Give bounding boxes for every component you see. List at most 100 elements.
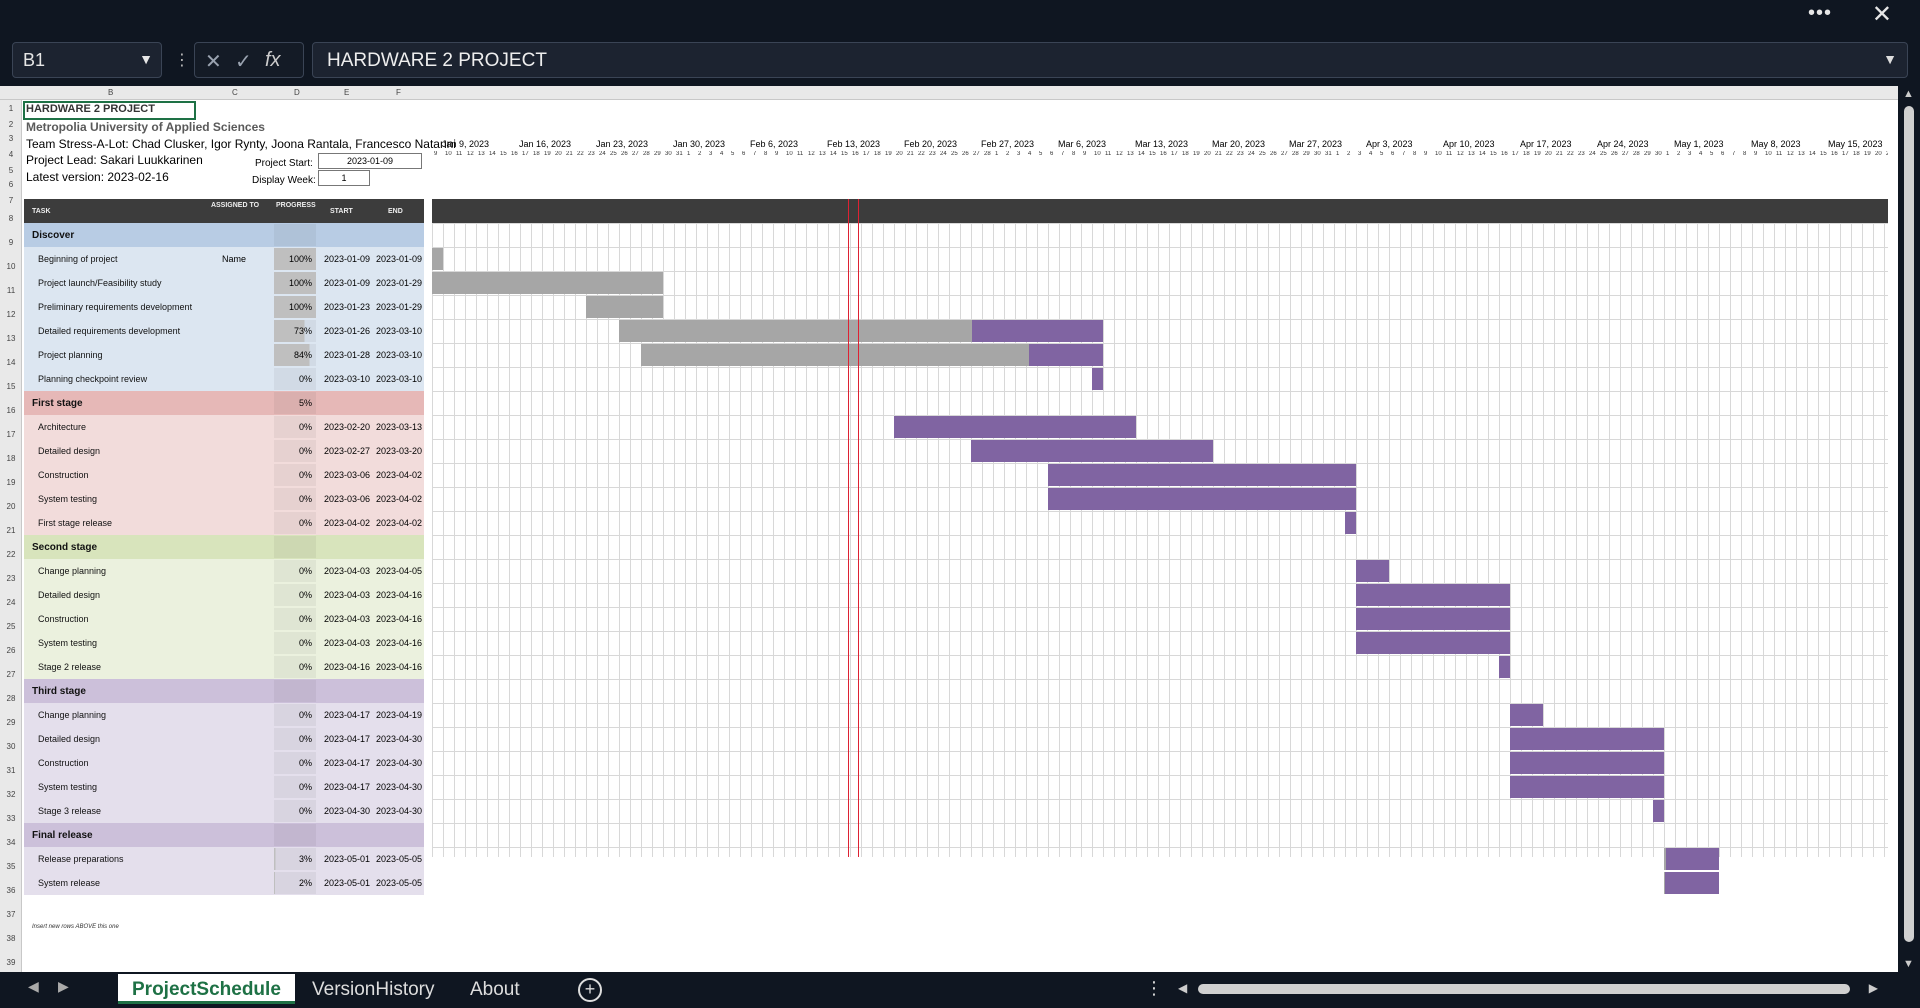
task-row[interactable]: Release preparations 3% 2023-05-01 2023-05-… (24, 847, 424, 871)
phase-row[interactable]: First stage 5% (24, 391, 424, 415)
team-line[interactable]: Team Stress-A-Lot: Chad Clusker, Igor Ry… (26, 137, 456, 151)
task-row[interactable]: Preliminary requirements development 100%… (24, 295, 424, 319)
row-number[interactable]: 39 (0, 958, 22, 967)
task-row[interactable]: Stage 3 release 0% 2023-04-30 2023-04-30 (24, 799, 424, 823)
row-number[interactable]: 9 (0, 238, 22, 247)
university-name[interactable]: Metropolia University of Applied Science… (26, 120, 265, 134)
row-number[interactable]: 12 (0, 310, 22, 319)
row-number[interactable]: 31 (0, 766, 22, 775)
row-number[interactable]: 37 (0, 910, 22, 919)
tab-next-icon[interactable]: ▶ (58, 978, 69, 995)
task-row[interactable]: Detailed design 0% 2023-02-27 2023-03-20 (24, 439, 424, 463)
horizontal-scroll-thumb[interactable] (1198, 984, 1850, 994)
lead-line[interactable]: Project Lead: Sakari Luukkarinen (26, 153, 203, 167)
scroll-down-icon[interactable]: ▼ (1903, 958, 1914, 970)
row-number[interactable]: 18 (0, 454, 22, 463)
row-number[interactable]: 1 (0, 104, 22, 113)
horizontal-scrollbar[interactable]: ◀ ▶ (1178, 981, 1878, 996)
scroll-up-icon[interactable]: ▲ (1903, 88, 1914, 100)
project-start-input[interactable]: 2023-01-09 (318, 153, 422, 169)
row-number[interactable]: 15 (0, 382, 22, 391)
row-number[interactable]: 38 (0, 934, 22, 943)
row-number[interactable]: 4 (0, 150, 22, 159)
col-header-e[interactable]: E (344, 88, 349, 97)
task-row[interactable]: First stage release 0% 2023-04-02 2023-04-0… (24, 511, 424, 535)
row-number[interactable]: 7 (0, 196, 22, 205)
row-number[interactable]: 5 (0, 166, 22, 175)
row-number[interactable]: 14 (0, 358, 22, 367)
formula-bar-menu-icon[interactable]: ⋮ (174, 50, 190, 70)
row-number[interactable]: 20 (0, 502, 22, 511)
vertical-scrollbar[interactable]: ▲ ▼ (1898, 86, 1920, 972)
row-number[interactable]: 26 (0, 646, 22, 655)
row-number[interactable]: 22 (0, 550, 22, 559)
tab-prev-icon[interactable]: ◀ (28, 978, 39, 995)
formula-input[interactable]: HARDWARE 2 PROJECT ▼ (312, 42, 1908, 78)
row-number[interactable]: 16 (0, 406, 22, 415)
chevron-down-icon[interactable]: ▼ (1883, 51, 1897, 67)
row-number[interactable]: 32 (0, 790, 22, 799)
row-number[interactable]: 30 (0, 742, 22, 751)
row-number[interactable]: 33 (0, 814, 22, 823)
spreadsheet-grid[interactable]: B C D E F 1 2 3 4 5 6 7 8 9 10 11 12 13 14 15 16 17 18 19 2… (0, 86, 1900, 972)
phase-row[interactable]: Final release (24, 823, 424, 847)
col-header-b[interactable]: B (108, 88, 113, 97)
col-header-c[interactable]: C (232, 88, 238, 97)
vertical-scroll-thumb[interactable] (1904, 106, 1914, 942)
check-icon[interactable]: ✓ (235, 49, 252, 74)
phase-row[interactable]: Discover (24, 223, 424, 247)
task-row[interactable]: System testing 0% 2023-04-17 2023-04-30 (24, 775, 424, 799)
task-row[interactable]: System testing 0% 2023-04-03 2023-04-16 (24, 631, 424, 655)
row-number[interactable]: 10 (0, 262, 22, 271)
latest-version[interactable]: Latest version: 2023-02-16 (26, 170, 169, 184)
tab-about[interactable]: About (456, 974, 534, 1004)
task-row[interactable]: Detailed requirements development 73% 2023… (24, 319, 424, 343)
row-number[interactable]: 23 (0, 574, 22, 583)
task-row[interactable]: Change planning 0% 2023-04-03 2023-04-05 (24, 559, 424, 583)
phase-row[interactable]: Third stage (24, 679, 424, 703)
task-row[interactable]: Stage 2 release 0% 2023-04-16 2023-04-16 (24, 655, 424, 679)
task-row[interactable]: Project launch/Feasibility study 100% 2023… (24, 271, 424, 295)
task-row[interactable]: Beginning of project Name 100% 2023-01-09 20… (24, 247, 424, 271)
task-row[interactable]: Project planning 84% 2023-01-28 2023-03-10 (24, 343, 424, 367)
task-row[interactable]: System testing 0% 2023-03-06 2023-04-02 (24, 487, 424, 511)
task-row[interactable]: Construction 0% 2023-04-17 2023-04-30 (24, 751, 424, 775)
project-title[interactable]: HARDWARE 2 PROJECT (26, 103, 155, 115)
row-number[interactable]: 28 (0, 694, 22, 703)
more-options-icon[interactable]: ••• (1808, 2, 1832, 25)
row-number[interactable]: 11 (0, 286, 22, 295)
row-number[interactable]: 6 (0, 180, 22, 189)
row-number[interactable]: 36 (0, 886, 22, 895)
row-number[interactable]: 19 (0, 478, 22, 487)
add-sheet-icon[interactable]: + (578, 978, 602, 1002)
row-number[interactable]: 24 (0, 598, 22, 607)
chevron-down-icon[interactable]: ▼ (139, 51, 153, 67)
row-number[interactable]: 21 (0, 526, 22, 535)
col-header-d[interactable]: D (294, 88, 300, 97)
row-number[interactable]: 25 (0, 622, 22, 631)
tab-projectschedule[interactable]: ProjectSchedule (118, 974, 295, 1004)
task-row[interactable]: Change planning 0% 2023-04-17 2023-04-19 (24, 703, 424, 727)
row-number[interactable]: 2 (0, 120, 22, 129)
task-row[interactable]: Architecture 0% 2023-02-20 2023-03-13 (24, 415, 424, 439)
task-row[interactable]: Planning checkpoint review 0% 2023-03-10 20… (24, 367, 424, 391)
row-number[interactable]: 8 (0, 214, 22, 223)
row-number[interactable]: 27 (0, 670, 22, 679)
scroll-left-icon[interactable]: ◀ (1178, 981, 1187, 995)
row-number[interactable]: 34 (0, 838, 22, 847)
row-number[interactable]: 3 (0, 134, 22, 143)
row-number[interactable]: 29 (0, 718, 22, 727)
tabs-menu-icon[interactable]: ⋮ (1145, 978, 1163, 999)
task-row[interactable]: System release 2% 2023-05-01 2023-05-05 (24, 871, 424, 895)
row-number[interactable]: 35 (0, 862, 22, 871)
tab-versionhistory[interactable]: VersionHistory (298, 974, 449, 1004)
name-box[interactable]: B1 ▼ (12, 42, 162, 78)
phase-row[interactable]: Second stage (24, 535, 424, 559)
task-row[interactable]: Detailed design 0% 2023-04-17 2023-04-30 (24, 727, 424, 751)
row-number[interactable]: 13 (0, 334, 22, 343)
task-row[interactable]: Construction 0% 2023-04-03 2023-04-16 (24, 607, 424, 631)
close-icon[interactable]: ✕ (1872, 0, 1892, 29)
function-icon[interactable]: fx (265, 49, 281, 72)
task-row[interactable]: Detailed design 0% 2023-04-03 2023-04-16 (24, 583, 424, 607)
row-number[interactable]: 17 (0, 430, 22, 439)
